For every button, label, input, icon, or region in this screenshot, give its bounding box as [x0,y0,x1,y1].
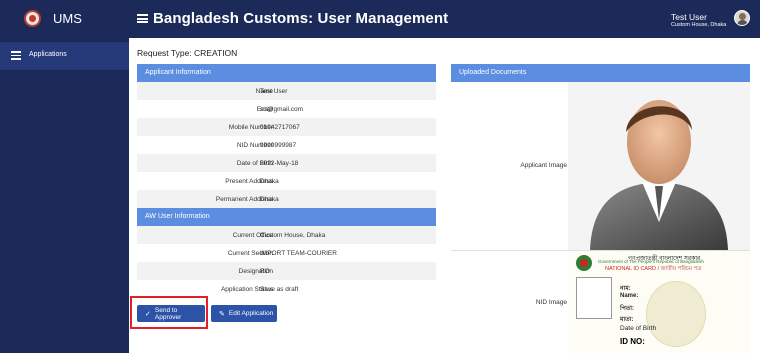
info-value: 2022-May-18 [260,160,299,167]
info-value: IMPORT TEAM-COURIER [260,250,337,257]
doc-label: Applicant Image [520,162,567,169]
watermark-emblem [646,281,706,347]
uploaded-documents-header: Uploaded Documents [451,64,750,82]
info-value: RO [260,268,270,275]
brand[interactable]: UMS [0,0,129,38]
info-row-permanent-address: Permanent Address Dhaka [137,190,436,208]
nid-field-father: পিতা: [620,306,635,312]
sidebar-item-applications[interactable]: Applications [0,42,129,70]
user-avatar[interactable] [734,10,750,26]
app-short-name: UMS [53,11,82,26]
applicant-info-header: Applicant Information [137,64,436,82]
send-to-approver-label: Send to Approver [154,306,182,321]
check-icon: ✓ [145,310,151,318]
info-row-email: Email sd@gmail.com [137,100,436,118]
info-value: Test User [260,88,288,95]
nid-image: গণপ্রজাতন্ত্রী বাংলাদেশ সরকার Government… [568,251,750,353]
info-row-present-address: Present Address Dhaka [137,172,436,190]
info-value: 9999999987 [260,142,297,149]
pencil-icon: ✎ [219,310,225,318]
edit-application-label: Edit Application [228,310,274,317]
info-row-mobile: Mobile Number 01942717067 [137,118,436,136]
doc-label: NID Image [535,299,567,306]
nid-field-id-no: ID NO: [620,337,645,346]
info-value: Dhaka [260,178,279,185]
nid-photo-placeholder [576,277,612,319]
info-row-nid: NID Number 9999999987 [137,136,436,154]
menu-toggle-icon[interactable] [137,14,148,23]
info-value: Save as draft [260,286,299,293]
nid-card-label: NATIONAL ID CARD / জাতীয় পরিচয় পত্র [605,266,702,272]
edit-application-button[interactable]: ✎ Edit Application [211,305,277,322]
info-row-current-section: Current Section IMPORT TEAM-COURIER [137,244,436,262]
sidebar: Applications [0,38,129,353]
nid-field-name: Name: [620,293,639,299]
sidebar-item-label: Applications [29,51,67,58]
top-navbar: UMS Bangladesh Customs: User Management … [0,0,760,38]
info-row-name: Name Test User [137,82,436,100]
bangladesh-seal-icon [576,255,592,271]
info-value: Custom House, Dhaka [260,232,326,239]
aw-user-info-header: AW User Information [137,208,436,226]
info-value: Dhaka [260,196,279,203]
nid-field-dob: Date of Birth [620,325,657,332]
list-icon [11,51,21,60]
nid-title-en: Government of The People's Republic of B… [598,259,704,264]
info-row-dob: Date of Birth 2022-May-18 [137,154,436,172]
nid-field-mother: মাতা: [620,317,634,323]
user-name[interactable]: Test User [671,12,707,22]
send-to-approver-button[interactable]: ✓ Send to Approver [137,305,205,322]
page-title: Bangladesh Customs: User Management [153,10,449,27]
info-value: 01942717067 [260,124,300,131]
customs-logo-icon [24,10,41,27]
info-value: sd@gmail.com [260,106,304,113]
request-type: Request Type: CREATION [137,48,238,58]
info-row-designation: Designation RO [137,262,436,280]
applicant-image [568,82,750,250]
person-silhouette-icon [590,100,728,250]
user-location: Custom House, Dhaka [671,22,727,28]
info-row-current-office: Current Office Custom House, Dhaka [137,226,436,244]
